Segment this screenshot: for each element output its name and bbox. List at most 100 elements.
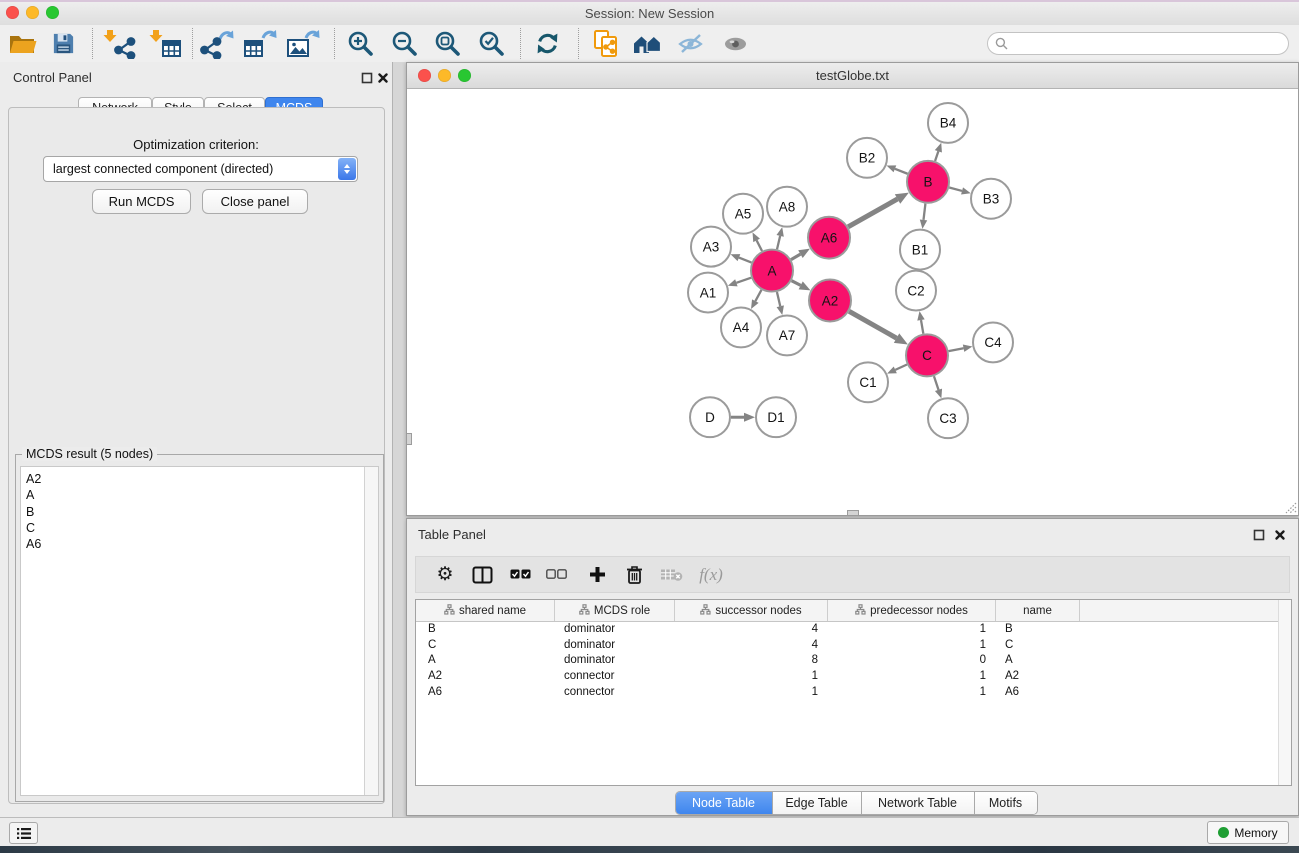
graph-edge-A-A3[interactable] (731, 254, 752, 262)
graph-node-B4[interactable]: B4 (928, 103, 968, 143)
mcds-result-item[interactable]: A2 (21, 467, 378, 487)
table-cell[interactable]: 1 (828, 639, 996, 651)
table-cell[interactable]: 1 (828, 670, 996, 682)
memory-button[interactable]: Memory (1207, 821, 1289, 844)
graph-edge-A6-B[interactable] (848, 193, 909, 227)
graph-node-B2[interactable]: B2 (847, 138, 887, 178)
column-visibility-button[interactable] (465, 557, 499, 592)
graph-edge-A-A5[interactable] (753, 232, 763, 251)
table-cell[interactable]: A6 (416, 686, 555, 698)
table-cell[interactable]: A2 (996, 670, 1080, 682)
frame-resize-notch[interactable] (847, 510, 859, 516)
graph-edge-A-A2[interactable] (792, 281, 811, 291)
function-builder-button-disabled[interactable]: f(x) (691, 557, 731, 592)
graph-edge-C-C1[interactable] (887, 365, 907, 374)
graph-edge-B-B1[interactable] (920, 204, 927, 229)
table-cell[interactable]: B (996, 623, 1080, 635)
hide-selected-button[interactable] (671, 27, 709, 60)
zoom-in-button[interactable] (341, 27, 379, 60)
mcds-result-item[interactable]: A (21, 487, 378, 503)
table-cell[interactable]: 1 (675, 670, 828, 682)
graph-edge-A-A4[interactable] (751, 290, 761, 309)
table-row[interactable]: A6connector11A6 (416, 684, 1291, 700)
graph-node-D1[interactable]: D1 (756, 397, 796, 437)
column-header-predecessor-nodes[interactable]: predecessor nodes (828, 600, 996, 621)
table-cell[interactable]: 1 (828, 623, 996, 635)
delete-table-button-disabled[interactable] (654, 557, 688, 592)
table-cell[interactable]: dominator (555, 623, 675, 635)
table-cell[interactable]: C (996, 639, 1080, 651)
graph-edge-C-C3[interactable] (934, 376, 942, 398)
table-row[interactable]: Cdominator41C (416, 637, 1291, 653)
table-cell[interactable]: A (996, 654, 1080, 666)
table-cell[interactable]: dominator (555, 654, 675, 666)
graph-node-A6[interactable]: A6 (808, 217, 850, 259)
home-button[interactable] (628, 27, 666, 60)
table-cell[interactable]: connector (555, 670, 675, 682)
table-cell[interactable]: 0 (828, 654, 996, 666)
table-cell[interactable]: dominator (555, 639, 675, 651)
graph-node-A8[interactable]: A8 (767, 187, 807, 227)
tab-network-table[interactable]: Network Table (862, 792, 975, 814)
table-cell[interactable]: A2 (416, 670, 555, 682)
table-float-button[interactable] (1253, 528, 1265, 540)
frame-resize-notch[interactable] (406, 433, 412, 445)
delete-column-button[interactable] (617, 557, 651, 592)
show-all-button[interactable] (716, 27, 754, 60)
graph-edge-B-B4[interactable] (935, 143, 942, 161)
graph-node-C[interactable]: C (906, 334, 948, 376)
table-close-button[interactable] (1274, 528, 1286, 540)
add-column-button[interactable] (580, 557, 614, 592)
save-session-button[interactable] (44, 27, 82, 60)
table-cell[interactable]: B (416, 623, 555, 635)
export-table-button[interactable] (241, 27, 279, 60)
mcds-result-list[interactable]: A2ABCA6 (20, 466, 379, 796)
run-mcds-button[interactable]: Run MCDS (92, 189, 191, 214)
mcds-result-item[interactable]: C (21, 520, 378, 536)
graph-node-A[interactable]: A (751, 250, 793, 292)
column-header-successor-nodes[interactable]: successor nodes (675, 600, 828, 621)
zoom-selected-button[interactable] (472, 27, 510, 60)
graph-edge-C-C2[interactable] (917, 311, 924, 334)
table-cell[interactable]: A6 (996, 686, 1080, 698)
graph-edge-A-A6[interactable] (791, 249, 810, 260)
graph-edge-B-B3[interactable] (949, 187, 970, 194)
deselect-all-button[interactable] (539, 557, 573, 592)
graph-node-A7[interactable]: A7 (767, 315, 807, 355)
new-network-from-selection-button[interactable] (587, 27, 625, 60)
table-row[interactable]: A2connector11A2 (416, 668, 1291, 684)
select-all-button[interactable] (503, 557, 537, 592)
table-scrollbar[interactable] (1278, 600, 1291, 785)
graph-node-C2[interactable]: C2 (896, 271, 936, 311)
tab-node-table[interactable]: Node Table (676, 792, 773, 814)
graph-node-A3[interactable]: A3 (691, 227, 731, 267)
resize-grip-icon[interactable] (1282, 499, 1297, 514)
table-cell[interactable]: A (416, 654, 555, 666)
open-session-button[interactable] (4, 27, 42, 60)
table-cell[interactable]: 8 (675, 654, 828, 666)
column-header-name[interactable]: name (996, 600, 1080, 621)
graph-node-A2[interactable]: A2 (809, 280, 851, 322)
graph-node-B[interactable]: B (907, 161, 949, 203)
table-settings-button[interactable]: ⚙ (428, 557, 462, 592)
float-panel-button[interactable] (361, 71, 373, 83)
graph-edge-A-A7[interactable] (777, 292, 784, 315)
table-cell[interactable]: C (416, 639, 555, 651)
graph-node-A4[interactable]: A4 (721, 307, 761, 347)
table-cell[interactable]: 4 (675, 639, 828, 651)
table-cell[interactable]: connector (555, 686, 675, 698)
close-panel-action-button[interactable]: Close panel (202, 189, 308, 214)
graph-node-A5[interactable]: A5 (723, 194, 763, 234)
search-input[interactable] (1008, 36, 1288, 52)
column-header-MCDS-role[interactable]: MCDS role (555, 600, 675, 621)
close-panel-button[interactable] (377, 71, 389, 83)
tab-edge-table[interactable]: Edge Table (773, 792, 862, 814)
graph-node-B1[interactable]: B1 (900, 230, 940, 270)
graph-node-A1[interactable]: A1 (688, 273, 728, 313)
graph-node-C1[interactable]: C1 (848, 362, 888, 402)
table-row[interactable]: Bdominator41B (416, 621, 1291, 637)
export-network-button[interactable] (198, 27, 236, 60)
graph-edge-A2-C[interactable] (849, 311, 908, 344)
mcds-result-item[interactable]: B (21, 504, 378, 520)
graph-edge-A-A1[interactable] (728, 278, 751, 287)
